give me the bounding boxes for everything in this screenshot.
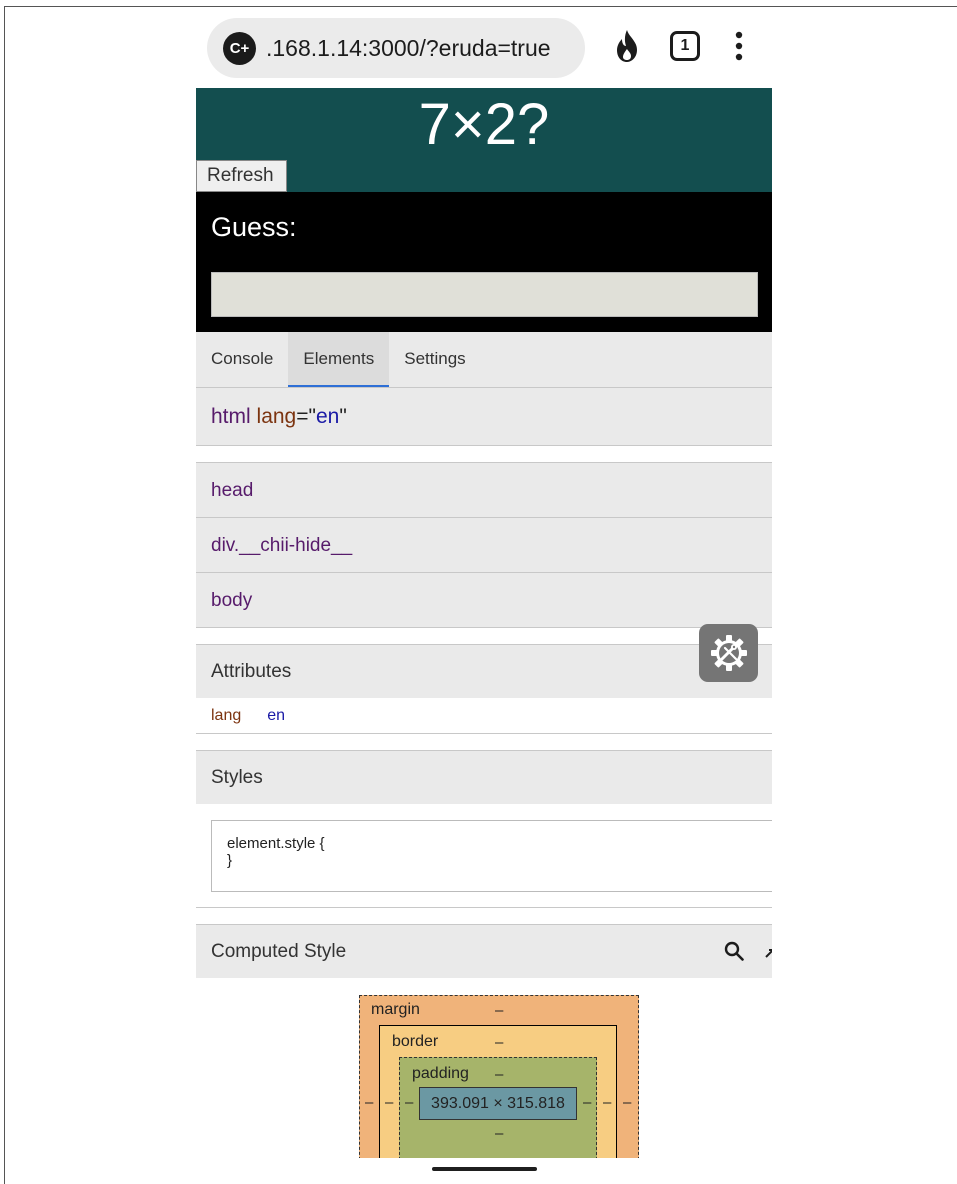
kebab-menu-icon[interactable] [724,24,754,68]
tab-elements[interactable]: Elements [288,332,390,387]
home-indicator[interactable] [432,1167,537,1171]
children-list: head div.__chii-hide__ body [196,462,772,628]
guess-label: Guess: [211,212,297,242]
child-element-head[interactable]: head [196,463,772,518]
gear-tools-icon[interactable] [699,624,758,682]
padding-left-value: – [405,1094,414,1111]
devtools-panel: Console Elements Settings html lang="en"… [196,332,772,1158]
question-title: 7×2? [418,92,550,157]
margin-left-value: – [365,1094,374,1111]
padding-bottom-value: – [495,1125,504,1142]
attribute-name: lang [211,707,242,724]
attribute-value: en [267,707,286,724]
border-label: border [392,1033,439,1050]
selected-element[interactable]: html lang="en" [196,388,772,446]
element-style-block[interactable]: element.style { } [211,820,772,892]
border-top-value: – [495,1034,504,1051]
guess-input[interactable] [211,272,758,317]
app-header: 7×2? Refresh [196,88,772,192]
tab-switcher-icon[interactable]: 1 [667,24,703,68]
tab-count: 1 [670,31,700,61]
border-left-value: – [385,1094,394,1111]
styles-section-title: Styles [196,750,772,804]
search-icon[interactable] [724,941,744,961]
attributes-section-title: Attributes [196,644,772,698]
margin-label: margin [371,1001,420,1018]
url-text[interactable]: .168.1.14:3000/?eruda=true [266,35,551,62]
box-model-content: 393.091 × 315.818 [419,1087,577,1120]
attribute-row[interactable]: lang en [196,698,772,734]
computed-style-section: Computed Style [196,924,772,978]
border-right-value: – [603,1094,612,1111]
tab-console[interactable]: Console [196,332,288,387]
margin-top-value: – [495,1002,504,1019]
address-bar[interactable]: C+ .168.1.14:3000/?eruda=true [207,18,585,78]
tab-settings[interactable]: Settings [389,332,480,387]
flame-icon[interactable] [610,24,644,68]
screen-frame-top [4,6,957,7]
refresh-button[interactable]: Refresh [196,160,287,192]
selected-attr-name: lang [256,405,297,428]
site-badge-icon[interactable]: C+ [223,31,256,65]
selected-tag: html [211,405,251,428]
style-rule-open: element.style { [227,835,325,852]
padding-label: padding [412,1065,469,1082]
guess-area: Guess: [196,192,772,332]
expand-icon[interactable] [764,947,772,959]
box-model: 393.091 × 315.818 margin – border – padd… [359,995,639,1158]
padding-top-value: – [495,1066,504,1083]
selected-attr-value: en [315,405,340,428]
padding-right-value: – [583,1094,592,1111]
margin-right-value: – [623,1094,632,1111]
child-element-div[interactable]: div.__chii-hide__ [196,518,772,573]
devtools-tabs: Console Elements Settings [196,332,772,388]
computed-style-title: Computed Style [211,941,347,962]
style-rule-close: } [227,852,233,869]
screen-frame-left [4,6,5,1184]
child-element-body[interactable]: body [196,573,772,628]
